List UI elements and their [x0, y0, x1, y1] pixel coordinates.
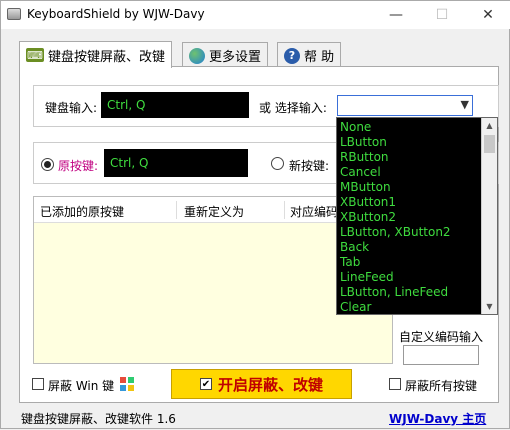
- key-select-combo[interactable]: ▼: [337, 95, 473, 116]
- dropdown-item[interactable]: RButton: [340, 150, 389, 165]
- column-header-redefined[interactable]: 重新定义为: [184, 203, 244, 220]
- scroll-down-icon[interactable]: ▼: [482, 299, 497, 314]
- tab-label: 键盘按键屏蔽、改键: [48, 49, 166, 65]
- tab-key-block[interactable]: ⌨ 键盘按键屏蔽、改键: [19, 41, 173, 68]
- dropdown-item[interactable]: LineFeed: [340, 270, 394, 285]
- dropdown-scrollbar[interactable]: ▲ ▼: [481, 118, 497, 314]
- original-key-label: 原按键:: [58, 159, 99, 173]
- dropdown-item[interactable]: None: [340, 120, 371, 135]
- dropdown-item[interactable]: Clear: [340, 300, 371, 315]
- column-header-original[interactable]: 已添加的原按键: [40, 203, 124, 220]
- new-key-label: 新按键:: [289, 159, 330, 173]
- version-text: 键盘按键屏蔽、改键软件 1.6: [21, 412, 176, 426]
- custom-code-label: 自定义编码输入: [399, 330, 484, 344]
- dropdown-item[interactable]: XButton1: [340, 195, 396, 210]
- block-all-label: 屏蔽所有按键: [405, 379, 478, 393]
- homepage-link[interactable]: WJW-Davy 主页: [389, 410, 486, 427]
- dropdown-item[interactable]: LButton, XButton2: [340, 225, 451, 240]
- globe-icon: [189, 47, 205, 64]
- dropdown-item[interactable]: Cancel: [340, 165, 381, 180]
- keyboard-input-label: 键盘输入:: [45, 101, 98, 115]
- scroll-up-icon[interactable]: ▲: [482, 118, 497, 133]
- start-button-label: 开启屏蔽、改键: [217, 375, 323, 394]
- custom-code-input[interactable]: [403, 345, 479, 365]
- tab-help[interactable]: ? 帮 助: [277, 42, 342, 68]
- dropdown-item[interactable]: XButton2: [340, 210, 396, 225]
- dropdown-item[interactable]: Back: [340, 240, 369, 255]
- keyboard-app-icon: [7, 8, 21, 20]
- close-button[interactable]: ✕: [465, 1, 510, 29]
- original-key-field[interactable]: Ctrl, Q: [104, 149, 248, 177]
- dropdown-item[interactable]: LButton, LineFeed: [340, 285, 448, 300]
- keyboard-input-field[interactable]: Ctrl, Q: [101, 92, 249, 118]
- app-window: KeyboardShield by WJW-Davy — ☐ ✕ ⌨ 键盘按键屏…: [0, 0, 510, 429]
- column-header-code[interactable]: 对应编码: [290, 203, 338, 220]
- window-title: KeyboardShield by WJW-Davy: [27, 7, 205, 21]
- tab-more-settings[interactable]: 更多设置: [182, 42, 269, 68]
- start-checkbox[interactable]: ✔: [199, 378, 212, 390]
- original-key-value: Ctrl, Q: [110, 156, 149, 170]
- tab-label: 帮 助: [304, 50, 335, 65]
- dropdown-item[interactable]: LButton: [340, 135, 387, 150]
- tab-label: 更多设置: [209, 50, 262, 65]
- original-key-radio[interactable]: [41, 157, 54, 171]
- title-bar: KeyboardShield by WJW-Davy — ☐ ✕: [1, 1, 510, 29]
- dropdown-item[interactable]: Tab: [340, 255, 360, 270]
- keyboard-input-value: Ctrl, Q: [107, 98, 146, 112]
- or-select-label: 或 选择输入:: [259, 101, 327, 115]
- help-icon: ?: [284, 47, 300, 64]
- key-select-dropdown[interactable]: None LButton RButton Cancel MButton XButton1 X…: [336, 117, 498, 315]
- scroll-thumb[interactable]: [484, 135, 495, 153]
- new-key-radio[interactable]: [271, 157, 284, 173]
- dropdown-item[interactable]: MButton: [340, 180, 391, 195]
- block-win-checkbox[interactable]: [32, 378, 44, 393]
- keyboard-icon: ⌨: [26, 48, 44, 62]
- start-block-button[interactable]: ✔ 开启屏蔽、改键: [171, 369, 352, 399]
- windows-logo-icon: [119, 376, 135, 392]
- block-all-checkbox[interactable]: [389, 378, 401, 393]
- minimize-button[interactable]: —: [373, 1, 419, 29]
- status-bar: 键盘按键屏蔽、改键软件 1.6 WJW-Davy 主页: [1, 405, 510, 430]
- chevron-down-icon[interactable]: ▼: [461, 98, 469, 111]
- block-win-label: 屏蔽 Win 键: [48, 379, 115, 393]
- maximize-button[interactable]: ☐: [419, 1, 465, 29]
